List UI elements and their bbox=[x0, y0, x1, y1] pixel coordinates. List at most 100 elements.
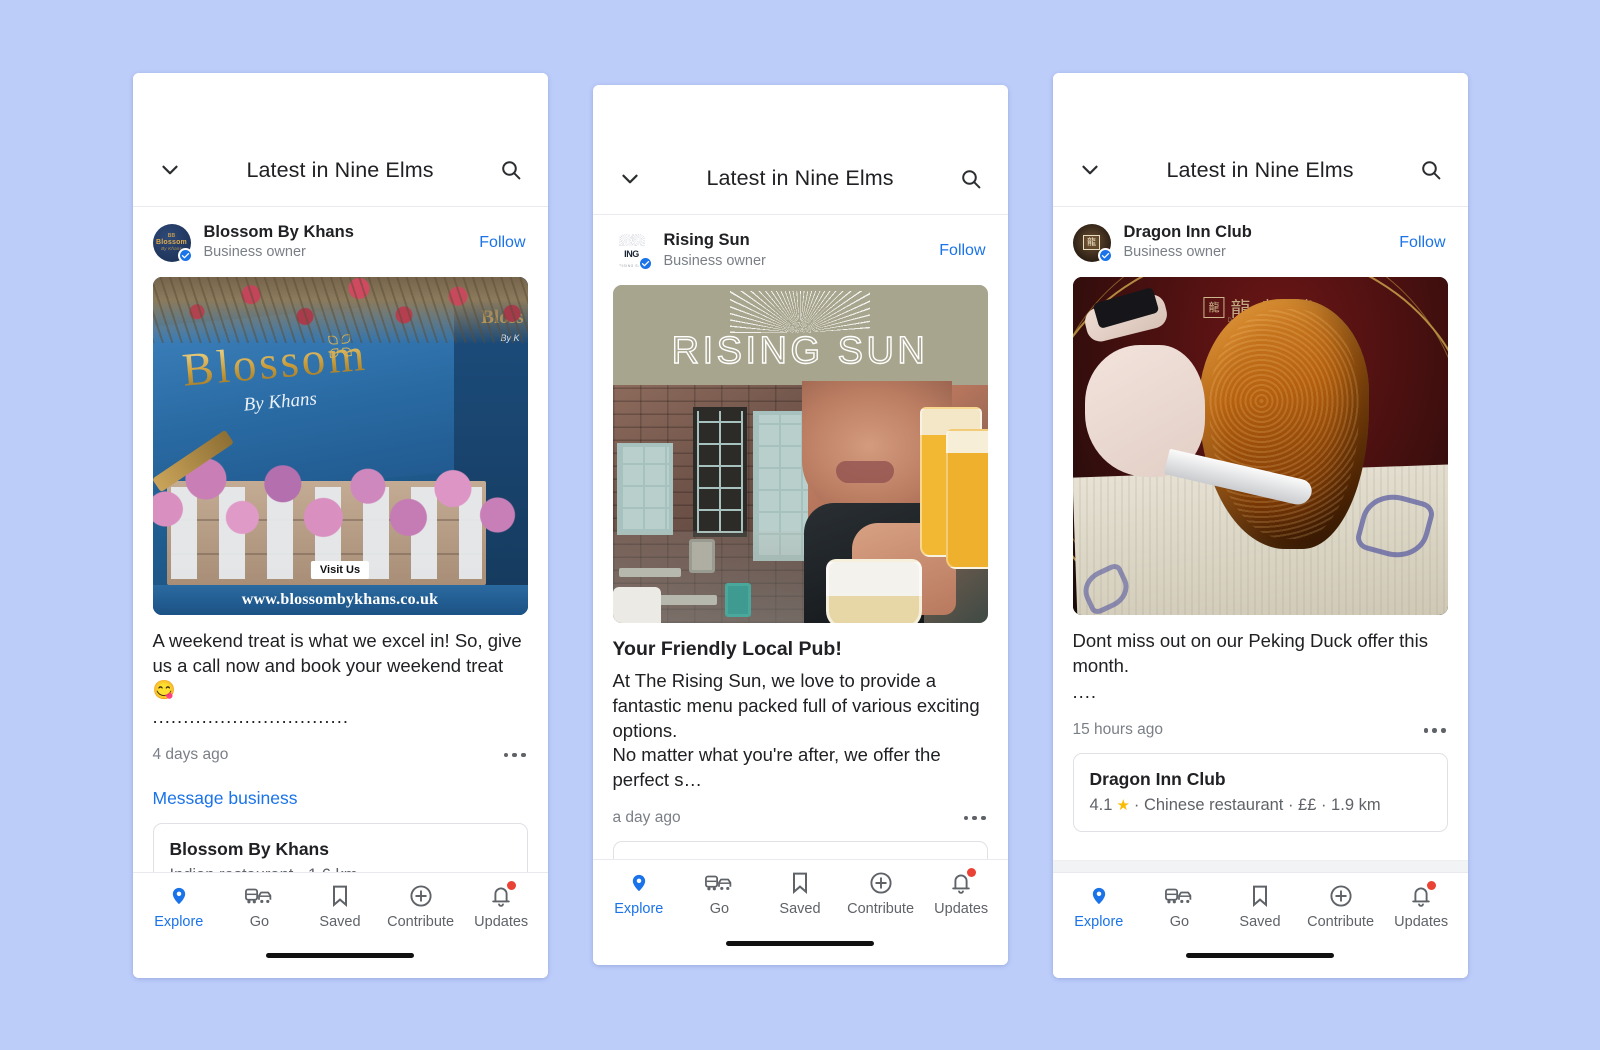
bottom-nav-3[interactable]: Explore Go Saved Contribute Updates bbox=[1052, 871, 1468, 934]
app-bar-3: Latest in Nine Elms bbox=[1052, 134, 1468, 207]
nav-item-explore[interactable]: Explore bbox=[1059, 883, 1140, 930]
post-text: Dont miss out on our Peking Duck offer t… bbox=[1053, 615, 1468, 705]
author-text: Blossom By Khans Business owner bbox=[204, 223, 465, 263]
avatar[interactable]: 龍 bbox=[1072, 223, 1113, 263]
scroll-divider bbox=[1052, 859, 1468, 872]
home-indicator[interactable] bbox=[1186, 953, 1334, 958]
follow-button[interactable]: Follow bbox=[1397, 230, 1447, 256]
message-business-link[interactable]: Message business bbox=[133, 764, 548, 809]
nav-item-explore[interactable]: Explore bbox=[139, 883, 220, 930]
feed-1[interactable]: BB Blossom By Khans Blossom By Khans Bus… bbox=[132, 206, 548, 872]
feed-3[interactable]: 龍 Dragon Inn Club Business owner Follow bbox=[1052, 206, 1468, 860]
post-meta-row: a day ago bbox=[593, 793, 1008, 827]
search-icon[interactable] bbox=[494, 153, 528, 187]
media-window bbox=[692, 407, 747, 538]
nav-item-contribute[interactable]: Contribute bbox=[840, 870, 921, 917]
feed-2[interactable]: ING RISING SUN Rising Sun Business owner… bbox=[592, 215, 1008, 859]
nav-label-saved: Saved bbox=[319, 913, 361, 930]
place-meta: Indian restaurant · 1.6 km bbox=[170, 866, 511, 872]
nav-item-go[interactable]: Go bbox=[679, 870, 760, 917]
follow-button[interactable]: Follow bbox=[937, 238, 987, 264]
directions-transit-icon bbox=[1165, 883, 1193, 909]
nav-label-updates: Updates bbox=[934, 901, 989, 917]
app-bar-2: Latest in Nine Elms bbox=[592, 143, 1008, 215]
home-indicator[interactable] bbox=[266, 953, 414, 958]
avatar-seal-icon: 龍 bbox=[1083, 235, 1100, 251]
verified-badge-icon bbox=[177, 247, 193, 263]
nav-item-contribute[interactable]: Contribute bbox=[380, 883, 461, 930]
place-name: Rising Sun bbox=[630, 856, 971, 859]
bell-icon bbox=[1410, 880, 1437, 909]
bottom-nav-2[interactable]: Explore Go Saved Contribute Updates bbox=[592, 859, 1008, 921]
more-options-icon[interactable] bbox=[1422, 722, 1448, 739]
author-name: Rising Sun bbox=[663, 231, 750, 249]
place-card[interactable]: Rising Sun 4.1 ★ · Pub · ££ · 1.4 km bbox=[612, 841, 988, 859]
post-media-image[interactable]: Bloss By K Blossom By Khans Visit Us www… bbox=[152, 276, 528, 615]
home-indicator[interactable] bbox=[726, 940, 874, 946]
nav-item-updates[interactable]: Updates bbox=[1381, 880, 1462, 930]
nav-item-explore[interactable]: Explore bbox=[599, 870, 680, 917]
sun-rays-icon bbox=[730, 291, 870, 334]
search-icon[interactable] bbox=[954, 162, 988, 196]
media-beer-glass bbox=[945, 429, 988, 570]
bottom-nav-1[interactable]: Explore Go Saved Contribute Updates bbox=[132, 871, 548, 934]
nav-item-saved[interactable]: Saved bbox=[1220, 883, 1301, 930]
avatar-label: ING bbox=[624, 248, 639, 259]
media-banner-title: RISING SUN bbox=[671, 330, 929, 373]
media-pink-blossoms bbox=[152, 442, 528, 563]
search-icon[interactable] bbox=[1414, 153, 1448, 187]
post-body: A weekend treat is what we excel in! So,… bbox=[152, 629, 522, 701]
chevron-down-icon[interactable] bbox=[1073, 153, 1107, 187]
chevron-down-icon[interactable] bbox=[613, 162, 647, 196]
post-title: Your Friendly Local Pub! bbox=[612, 638, 842, 661]
media-pub-exterior bbox=[612, 385, 815, 624]
media-cta-badge[interactable]: Visit Us bbox=[310, 560, 370, 579]
follow-button[interactable]: Follow bbox=[477, 230, 527, 256]
author-role: Business owner bbox=[663, 252, 766, 269]
post-media-image[interactable]: 龍 龍 軒 樓 DRAGON INN CLUB bbox=[1072, 276, 1448, 615]
post-body: At The Rising Sun, we love to provide a … bbox=[612, 670, 980, 791]
post-media-image[interactable]: RISING SUN bbox=[612, 285, 988, 624]
avatar[interactable]: BB Blossom By Khans bbox=[152, 223, 193, 263]
chevron-down-icon[interactable] bbox=[153, 153, 187, 187]
nav-label-contribute: Contribute bbox=[1307, 913, 1375, 930]
post-card-3: 龍 Dragon Inn Club Business owner Follow bbox=[1053, 207, 1468, 832]
nav-item-contribute[interactable]: Contribute bbox=[1300, 883, 1381, 930]
post-body: Dont miss out on our Peking Duck offer t… bbox=[1072, 629, 1428, 676]
more-options-icon[interactable] bbox=[962, 810, 988, 827]
post-author-row[interactable]: ING RISING SUN Rising Sun Business owner… bbox=[593, 215, 1008, 281]
place-card[interactable]: Dragon Inn Club 4.1 ★ · Chinese restaura… bbox=[1072, 753, 1448, 832]
post-timestamp: 4 days ago bbox=[152, 745, 229, 763]
plus-circle-icon bbox=[409, 883, 433, 909]
author-role: Business owner bbox=[203, 244, 306, 261]
screenshot-stage: Latest in Nine Elms BB Blossom By Khans bbox=[0, 0, 1600, 1050]
updates-badge bbox=[1427, 880, 1437, 890]
post-author-row[interactable]: 龍 Dragon Inn Club Business owner Follow bbox=[1053, 207, 1468, 273]
directions-transit-icon bbox=[705, 870, 733, 896]
place-card[interactable]: Blossom By Khans Indian restaurant · 1.6… bbox=[152, 822, 528, 872]
page-title: Latest in Nine Elms bbox=[706, 166, 894, 190]
nav-label-saved: Saved bbox=[779, 901, 821, 917]
place-name: Blossom By Khans bbox=[169, 838, 329, 859]
nav-item-saved[interactable]: Saved bbox=[760, 870, 841, 917]
bell-icon bbox=[950, 868, 977, 896]
nav-item-go[interactable]: Go bbox=[1139, 883, 1220, 930]
avatar[interactable]: ING RISING SUN bbox=[612, 232, 653, 272]
more-options-icon[interactable] bbox=[502, 747, 528, 764]
nav-item-updates[interactable]: Updates bbox=[461, 880, 542, 930]
post-text: A weekend treat is what we excel in! So,… bbox=[133, 615, 548, 730]
media-url-bar: www.blossombykhans.co.uk bbox=[152, 584, 528, 615]
verified-badge-icon bbox=[1097, 247, 1113, 263]
nav-item-saved[interactable]: Saved bbox=[300, 883, 381, 930]
post-author-row[interactable]: BB Blossom By Khans Blossom By Khans Bus… bbox=[133, 207, 548, 273]
post-meta-row: 15 hours ago bbox=[1053, 705, 1468, 739]
phone-mockup-3: Latest in Nine Elms 龍 Dragon Inn Club Bu… bbox=[1052, 72, 1468, 978]
place-meta-text: Indian restaurant · 1.6 km bbox=[170, 866, 358, 872]
nav-label-explore: Explore bbox=[614, 901, 664, 917]
updates-badge bbox=[967, 868, 977, 877]
media-watermark-seal: 龍 bbox=[1203, 296, 1225, 318]
place-meta: 4.1 ★ · Chinese restaurant · ££ · 1.9 km bbox=[1090, 796, 1431, 815]
nav-item-updates[interactable]: Updates bbox=[921, 868, 1002, 917]
place-name: Dragon Inn Club bbox=[1089, 769, 1226, 790]
nav-item-go[interactable]: Go bbox=[219, 883, 300, 930]
